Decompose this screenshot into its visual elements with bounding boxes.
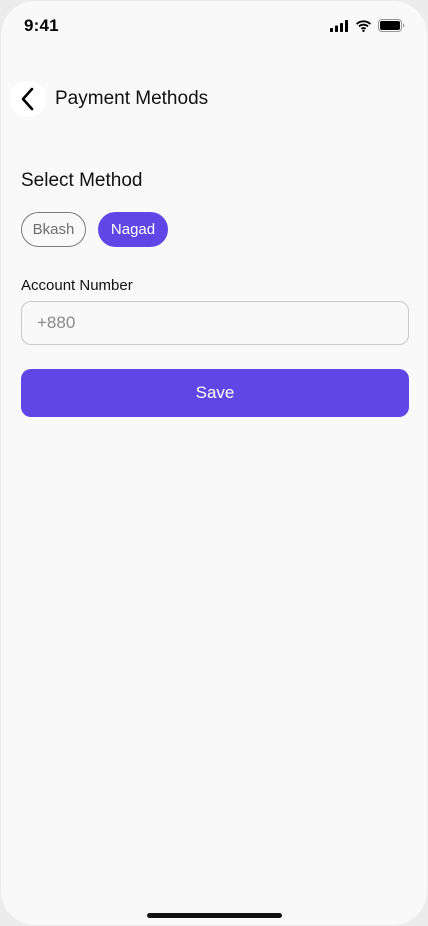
status-icons: [330, 19, 405, 32]
method-option-bkash[interactable]: Bkash: [21, 212, 86, 247]
save-button[interactable]: Save: [21, 369, 409, 417]
page-title: Payment Methods: [55, 88, 209, 109]
battery-icon: [378, 19, 405, 32]
back-button[interactable]: [10, 81, 46, 117]
chevron-left-icon: [21, 87, 34, 111]
status-time: 9:41: [24, 16, 59, 35]
phone-screen: 9:41 Payment Methods Select Method Bkash…: [1, 1, 427, 925]
save-button-label: Save: [195, 383, 235, 402]
cellular-signal-icon: [330, 19, 348, 32]
account-number-input[interactable]: [21, 301, 409, 345]
method-option-label: Nagad: [110, 221, 156, 238]
wifi-icon: [356, 19, 371, 32]
home-indicator: [147, 913, 282, 918]
status-bar: 9:41: [1, 1, 427, 51]
method-option-nagad[interactable]: Nagad: [98, 212, 168, 247]
method-option-label: Bkash: [32, 221, 75, 238]
select-method-heading: Select Method: [21, 170, 143, 191]
account-number-label: Account Number: [21, 277, 133, 294]
